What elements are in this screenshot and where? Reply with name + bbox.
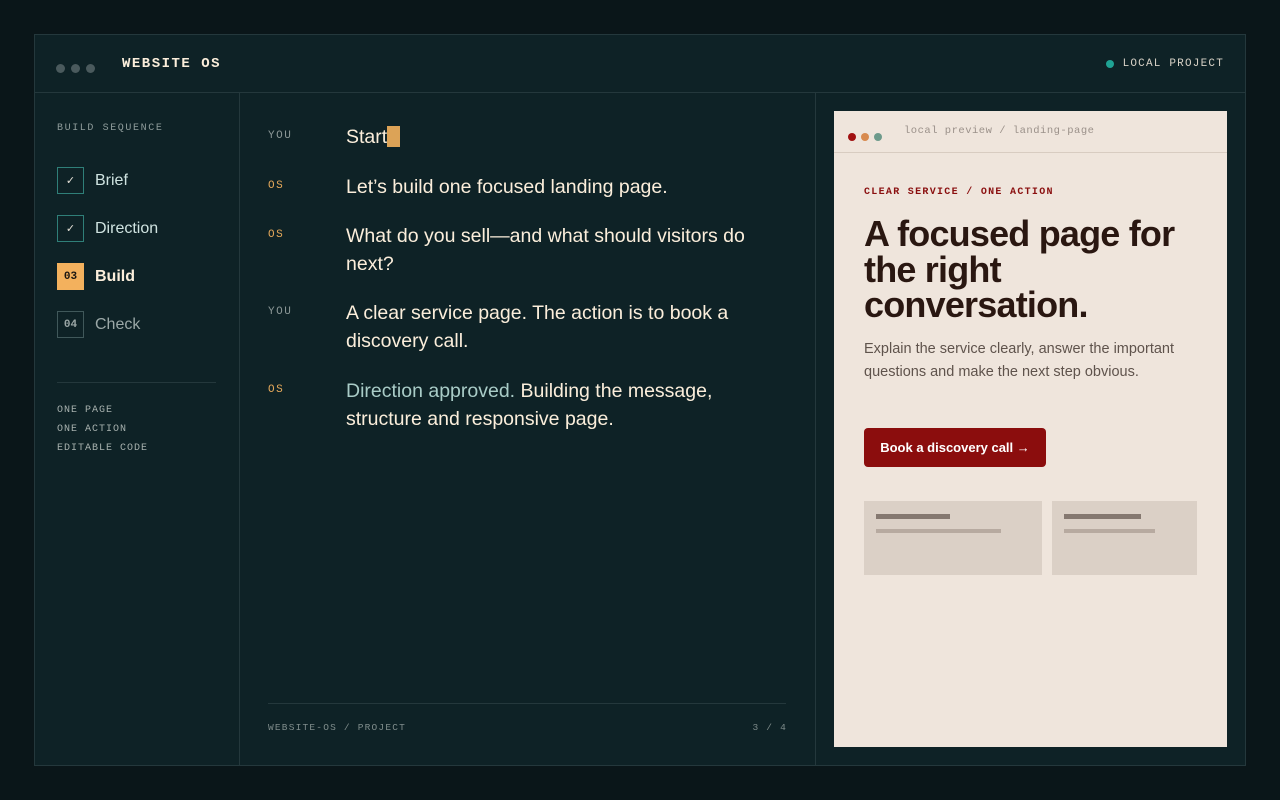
- message-text: Direction approved. Building the message…: [346, 378, 756, 433]
- chat-input[interactable]: Start: [346, 124, 786, 152]
- preview-maximize-dot: [874, 133, 882, 141]
- project-status-label: LOCAL PROJECT: [1122, 58, 1224, 70]
- preview-card: [1052, 501, 1197, 575]
- message-role: OS: [268, 229, 285, 241]
- sidebar-step-direction[interactable]: ✓ Direction: [57, 215, 158, 242]
- text-cursor: [387, 126, 401, 147]
- preview-minimize-dot: [861, 133, 869, 141]
- message-role: OS: [268, 180, 285, 192]
- card-placeholder-title: [876, 514, 950, 519]
- status-dot-icon: [1105, 60, 1114, 68]
- check-icon: ✓: [57, 215, 84, 242]
- step-counter: 3 / 4: [752, 722, 787, 733]
- chat-divider: [268, 703, 786, 704]
- window-controls: [56, 60, 101, 78]
- window-maximize-dot[interactable]: [86, 64, 95, 73]
- preview-headline: A focused page for the right conversatio…: [864, 213, 1175, 325]
- feature-item: ONE ACTION: [57, 424, 128, 435]
- sidebar-step-check[interactable]: 04 Check: [57, 311, 140, 338]
- step-label: Build: [95, 267, 135, 285]
- message-text: A clear service page. The action is to b…: [346, 302, 729, 352]
- message-role: OS: [268, 384, 285, 396]
- landing-preview: local preview / landing-page CLEAR SERVI…: [834, 111, 1227, 747]
- window-minimize-dot[interactable]: [71, 64, 80, 73]
- preview-eyebrow: CLEAR SERVICE / ONE ACTION: [864, 187, 1054, 198]
- preview-url: local preview / landing-page: [904, 125, 1095, 137]
- app-title: WEBSITE OS: [122, 56, 222, 72]
- message-text: What do you sell—and what should visitor…: [346, 225, 745, 275]
- card-placeholder-text: [1064, 529, 1155, 533]
- sidebar-step-brief[interactable]: ✓ Brief: [57, 167, 128, 194]
- sidebar-heading: BUILD SEQUENCE: [57, 123, 164, 134]
- chat-panel: YOU Start OS Let’s build one focused lan…: [240, 93, 816, 765]
- feature-item: ONE PAGE: [57, 405, 114, 416]
- title-bar: WEBSITE OS LOCAL PROJECT: [35, 35, 1245, 93]
- message-role: YOU: [268, 130, 293, 142]
- sidebar-divider: [57, 382, 216, 383]
- highlight-text: Direction approved.: [346, 380, 516, 402]
- preview-controls: [848, 128, 887, 146]
- check-icon: ✓: [57, 167, 84, 194]
- message-text: Let’s build one focused landing page.: [346, 176, 668, 198]
- window-close-dot[interactable]: [56, 64, 65, 73]
- step-number-badge: 03: [57, 263, 84, 290]
- preview-close-dot: [848, 133, 856, 141]
- project-status: LOCAL PROJECT: [1105, 58, 1224, 70]
- sidebar-step-build[interactable]: 03 Build: [57, 263, 135, 290]
- preview-card: [864, 501, 1042, 575]
- preview-body: Explain the service clearly, answer the …: [864, 341, 1175, 380]
- preview-browser-bar: local preview / landing-page: [834, 111, 1227, 153]
- book-call-button[interactable]: Book a discovery call →: [864, 428, 1046, 467]
- chat-footer-path: WEBSITE-OS / PROJECT: [268, 722, 407, 733]
- step-number-badge: 04: [57, 311, 84, 338]
- card-placeholder-title: [1064, 514, 1141, 519]
- feature-item: EDITABLE CODE: [57, 443, 149, 454]
- card-placeholder-text: [876, 529, 1001, 533]
- build-sidebar: BUILD SEQUENCE ✓ Brief ✓ Direction 03 Bu…: [35, 93, 240, 765]
- app-window: WEBSITE OS LOCAL PROJECT BUILD SEQUENCE …: [34, 34, 1246, 766]
- step-label: Direction: [95, 219, 159, 237]
- step-label: Check: [95, 315, 141, 333]
- step-label: Brief: [95, 171, 128, 189]
- input-text: Start: [346, 126, 388, 148]
- message-role: YOU: [268, 306, 293, 318]
